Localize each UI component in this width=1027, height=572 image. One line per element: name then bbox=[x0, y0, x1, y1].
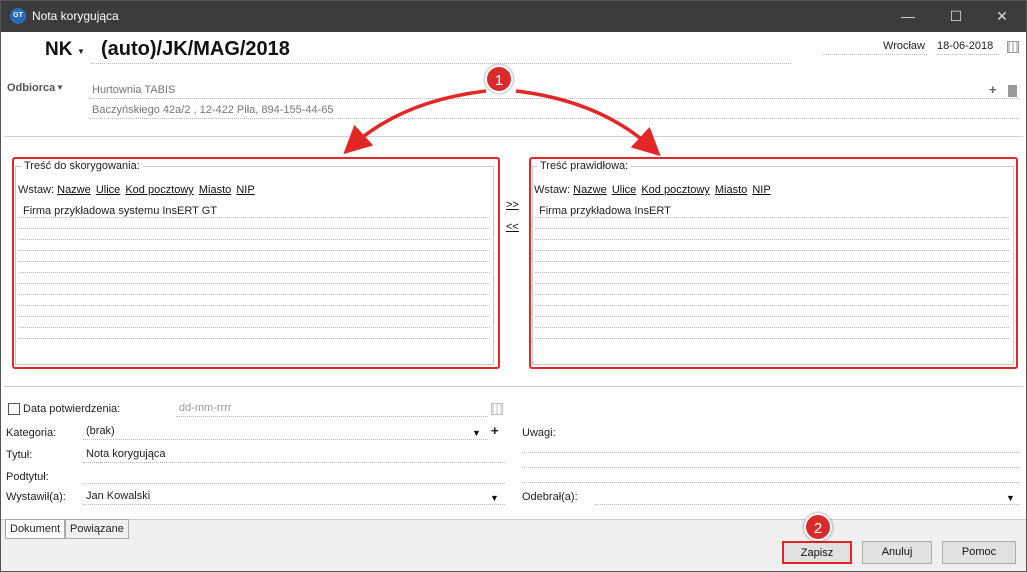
received-by-label: Odebrał(a): bbox=[522, 491, 578, 503]
tab-dokument[interactable]: Dokument bbox=[5, 519, 66, 539]
subtitle-label: Podtytuł: bbox=[6, 471, 49, 483]
subtitle-field[interactable] bbox=[83, 469, 505, 484]
cancel-button[interactable]: Anuluj bbox=[862, 541, 932, 564]
city-field[interactable]: Wrocław bbox=[823, 40, 927, 55]
annotation-highlight-right bbox=[529, 157, 1018, 369]
recipient-address: Baczyńskiego 42a/2 , 12-422 Piła, 894-15… bbox=[89, 104, 1019, 119]
window-title: Nota korygująca bbox=[32, 9, 119, 23]
date-field[interactable]: 18-06-2018 bbox=[937, 40, 999, 55]
calendar-icon[interactable] bbox=[1007, 41, 1019, 53]
issued-by-label: Wystawił(a): bbox=[6, 491, 66, 503]
annotation-badge-1: 1 bbox=[485, 65, 513, 93]
help-button[interactable]: Pomoc bbox=[942, 541, 1016, 564]
add-category-icon[interactable]: + bbox=[491, 423, 499, 438]
close-button[interactable]: ✕ bbox=[979, 1, 1025, 32]
title-bar: GT Nota korygująca — ☐ ✕ bbox=[1, 1, 1026, 32]
category-select[interactable]: (brak) bbox=[83, 425, 488, 440]
chevron-down-icon[interactable]: ▼ bbox=[490, 493, 499, 503]
notes-field[interactable] bbox=[522, 438, 1019, 483]
app-logo-icon: GT bbox=[10, 8, 26, 24]
document-number-field[interactable]: (auto)/JK/MAG/2018 bbox=[91, 38, 791, 64]
transfer-right-link[interactable]: >> bbox=[506, 199, 519, 211]
issued-by-select[interactable]: Jan Kowalski bbox=[83, 490, 505, 505]
chevron-down-icon[interactable]: ▼ bbox=[1006, 493, 1015, 503]
recipient-name[interactable]: Hurtownia TABIS bbox=[89, 84, 1019, 99]
calendar-icon[interactable] bbox=[491, 403, 503, 415]
received-by-select[interactable] bbox=[595, 490, 1019, 505]
chevron-down-icon[interactable]: ▼ bbox=[77, 47, 85, 56]
confirm-date-field[interactable]: dd-mm-rrrr bbox=[176, 402, 488, 417]
minimize-button[interactable]: — bbox=[885, 1, 931, 32]
confirm-date-checkbox[interactable] bbox=[8, 403, 20, 415]
annotation-badge-2: 2 bbox=[804, 513, 832, 541]
title-field[interactable]: Nota korygująca bbox=[83, 448, 505, 463]
separator bbox=[4, 386, 1023, 387]
chevron-down-icon[interactable]: ▼ bbox=[472, 428, 481, 438]
add-icon[interactable]: + bbox=[989, 82, 997, 97]
transfer-left-link[interactable]: << bbox=[506, 221, 519, 233]
chevron-down-icon[interactable]: ▼ bbox=[56, 83, 64, 92]
maximize-button[interactable]: ☐ bbox=[933, 1, 979, 32]
category-label: Kategoria: bbox=[6, 427, 57, 439]
card-icon[interactable] bbox=[1008, 85, 1017, 97]
recipient-label[interactable]: Odbiorca bbox=[7, 82, 55, 94]
tab-powiazane[interactable]: Powiązane bbox=[65, 519, 129, 539]
title-label: Tytuł: bbox=[6, 449, 33, 461]
annotation-highlight-left bbox=[12, 157, 500, 369]
dialog-window: GT Nota korygująca — ☐ ✕ NK ▼ (auto)/JK/… bbox=[0, 0, 1027, 572]
separator bbox=[4, 136, 1023, 137]
save-button[interactable]: Zapisz bbox=[782, 541, 852, 564]
doc-type-selector[interactable]: NK bbox=[45, 39, 72, 61]
confirm-date-label: Data potwierdzenia: bbox=[23, 403, 121, 415]
